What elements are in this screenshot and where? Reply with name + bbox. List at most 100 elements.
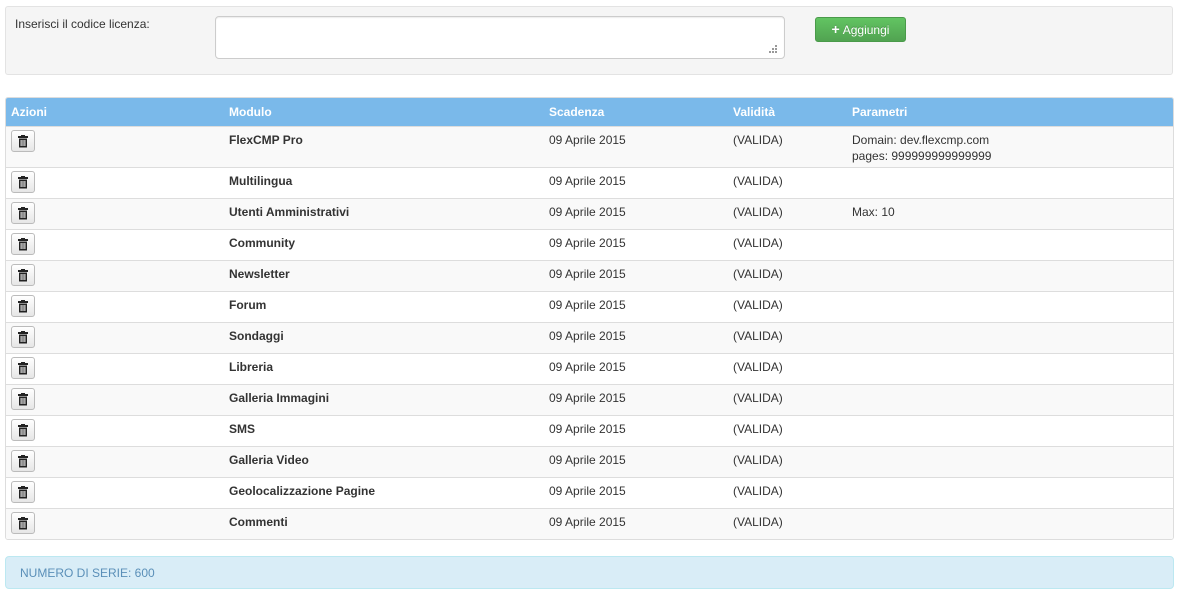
parameter-line: Domain: dev.flexcmp.com xyxy=(852,133,990,147)
expiry-date: 09 Aprile 2015 xyxy=(544,415,728,447)
trash-icon xyxy=(17,268,29,282)
module-name: Galleria Video xyxy=(224,446,544,478)
expiry-date: 09 Aprile 2015 xyxy=(544,446,728,478)
parameters-cell xyxy=(847,477,1173,509)
delete-button[interactable] xyxy=(11,419,35,441)
validity-status: (VALIDA) xyxy=(728,508,847,539)
table-row: Multilingua 09 Aprile 2015 (VALIDA) xyxy=(6,167,1173,199)
module-name: Commenti xyxy=(224,508,544,539)
serial-number-panel: NUMERO DI SERIE: 600 xyxy=(5,556,1174,589)
table-row: Community 09 Aprile 2015 (VALIDA) xyxy=(6,229,1173,261)
delete-button[interactable] xyxy=(11,264,35,286)
module-name: Galleria Immagini xyxy=(224,384,544,416)
delete-button[interactable] xyxy=(11,326,35,348)
validity-status: (VALIDA) xyxy=(728,291,847,323)
module-name: Geolocalizzazione Pagine xyxy=(224,477,544,509)
table-row: Commenti 09 Aprile 2015 (VALIDA) xyxy=(6,508,1173,539)
trash-icon xyxy=(17,206,29,220)
parameters-cell xyxy=(847,415,1173,447)
delete-button[interactable] xyxy=(11,357,35,379)
parameters-cell xyxy=(847,229,1173,261)
parameters-cell xyxy=(847,260,1173,292)
module-name: Forum xyxy=(224,291,544,323)
trash-icon xyxy=(17,299,29,313)
trash-icon xyxy=(17,392,29,406)
header-validita: Validità xyxy=(733,105,776,119)
validity-status: (VALIDA) xyxy=(728,353,847,385)
delete-button[interactable] xyxy=(11,233,35,255)
table-row: Galleria Video 09 Aprile 2015 (VALIDA) xyxy=(6,446,1173,478)
delete-button[interactable] xyxy=(11,388,35,410)
delete-button[interactable] xyxy=(11,130,35,152)
actions-cell xyxy=(6,229,224,261)
delete-button[interactable] xyxy=(11,171,35,193)
validity-status: (VALIDA) xyxy=(728,477,847,509)
license-table: Azioni Modulo Scadenza Validità Parametr… xyxy=(5,97,1174,540)
table-row: FlexCMP Pro 09 Aprile 2015 (VALIDA) Domain:… xyxy=(6,126,1173,168)
expiry-date: 09 Aprile 2015 xyxy=(544,198,728,230)
delete-button[interactable] xyxy=(11,450,35,472)
license-code-label: Inserisci il codice licenza: xyxy=(15,17,150,31)
header-azioni: Azioni xyxy=(11,105,47,119)
module-name: Multilingua xyxy=(224,167,544,199)
table-row: Forum 09 Aprile 2015 (VALIDA) xyxy=(6,291,1173,323)
validity-status: (VALIDA) xyxy=(728,260,847,292)
delete-button[interactable] xyxy=(11,202,35,224)
actions-cell xyxy=(6,260,224,292)
module-name: SMS xyxy=(224,415,544,447)
actions-cell xyxy=(6,353,224,385)
table-row: Utenti Amministrativi 09 Aprile 2015 (VALI… xyxy=(6,198,1173,230)
plus-icon: + xyxy=(831,21,840,37)
trash-icon xyxy=(17,361,29,375)
validity-status: (VALIDA) xyxy=(728,167,847,199)
expiry-date: 09 Aprile 2015 xyxy=(544,291,728,323)
actions-cell xyxy=(6,415,224,447)
expiry-date: 09 Aprile 2015 xyxy=(544,229,728,261)
table-row: Libreria 09 Aprile 2015 (VALIDA) xyxy=(6,353,1173,385)
expiry-date: 09 Aprile 2015 xyxy=(544,126,728,168)
parameters-cell xyxy=(847,291,1173,323)
parameters-cell: Max: 10 xyxy=(847,198,1173,230)
trash-icon xyxy=(17,454,29,468)
parameters-cell xyxy=(847,353,1173,385)
resize-grip-icon[interactable] xyxy=(766,44,778,56)
expiry-date: 09 Aprile 2015 xyxy=(544,477,728,509)
validity-status: (VALIDA) xyxy=(728,384,847,416)
trash-icon xyxy=(17,485,29,499)
parameters-cell xyxy=(847,384,1173,416)
license-code-input[interactable] xyxy=(215,16,785,59)
header-modulo: Modulo xyxy=(229,105,272,119)
table-header-row: Azioni Modulo Scadenza Validità Parametr… xyxy=(6,98,1173,127)
actions-cell xyxy=(6,198,224,230)
parameters-cell xyxy=(847,508,1173,539)
module-name: Community xyxy=(224,229,544,261)
parameters-cell xyxy=(847,322,1173,354)
actions-cell xyxy=(6,167,224,199)
validity-status: (VALIDA) xyxy=(728,229,847,261)
add-button-label: Aggiungi xyxy=(842,22,890,37)
validity-status: (VALIDA) xyxy=(728,322,847,354)
module-name: FlexCMP Pro xyxy=(224,126,544,168)
trash-icon xyxy=(17,423,29,437)
module-name: Sondaggi xyxy=(224,322,544,354)
delete-button[interactable] xyxy=(11,512,35,534)
module-name: Newsletter xyxy=(224,260,544,292)
module-name: Utenti Amministrativi xyxy=(224,198,544,230)
actions-cell xyxy=(6,446,224,478)
table-row: Geolocalizzazione Pagine 09 Aprile 2015 (V… xyxy=(6,477,1173,509)
add-license-button[interactable]: + Aggiungi xyxy=(815,17,906,42)
parameters-cell xyxy=(847,167,1173,199)
validity-status: (VALIDA) xyxy=(728,198,847,230)
actions-cell xyxy=(6,126,224,168)
parameter-line: pages: 999999999999999 xyxy=(852,149,992,163)
trash-icon xyxy=(17,516,29,530)
actions-cell xyxy=(6,322,224,354)
delete-button[interactable] xyxy=(11,481,35,503)
parameters-cell: Domain: dev.flexcmp.com pages: 9999999999… xyxy=(847,126,1173,168)
expiry-date: 09 Aprile 2015 xyxy=(544,322,728,354)
expiry-date: 09 Aprile 2015 xyxy=(544,167,728,199)
delete-button[interactable] xyxy=(11,295,35,317)
trash-icon xyxy=(17,330,29,344)
expiry-date: 09 Aprile 2015 xyxy=(544,353,728,385)
trash-icon xyxy=(17,175,29,189)
